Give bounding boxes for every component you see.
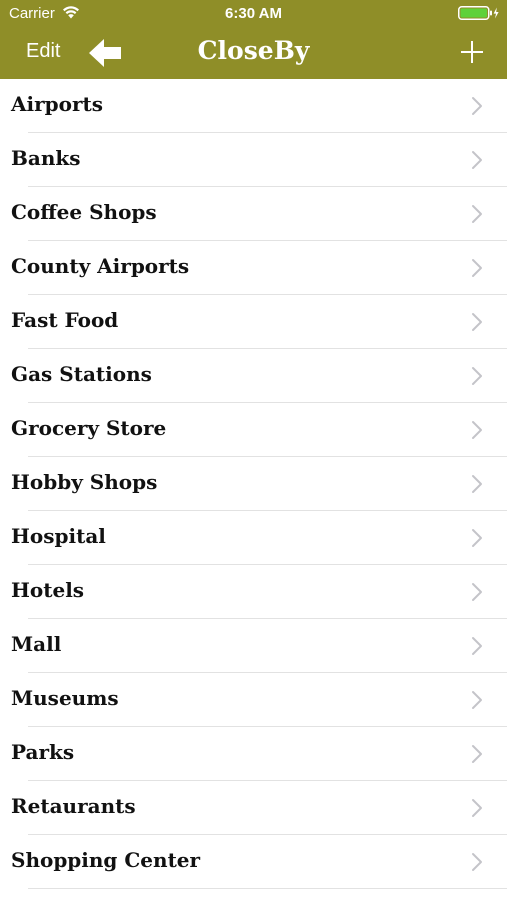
navigation-bar: Edit CloseBy [0, 28, 507, 79]
list-item[interactable]: Museums [0, 673, 507, 727]
list-item-label: Hospital [11, 524, 106, 548]
chevron-right-icon [472, 799, 482, 817]
chevron-right-icon [472, 151, 482, 169]
list-item-label: Banks [11, 146, 81, 170]
chevron-right-icon [472, 421, 482, 439]
list-item-label: Mall [11, 632, 62, 656]
chevron-right-icon [472, 475, 482, 493]
chevron-right-icon [472, 529, 482, 547]
list-item-label: Hotels [11, 578, 85, 602]
category-list: Airports Banks Coffee Shops County Airpo… [0, 79, 507, 889]
list-item[interactable]: Airports [0, 79, 507, 133]
list-item-label: Fast Food [11, 308, 119, 332]
list-item[interactable]: Hospital [0, 511, 507, 565]
list-item[interactable]: Banks [0, 133, 507, 187]
chevron-right-icon [472, 313, 482, 331]
list-item[interactable]: Parks [0, 727, 507, 781]
list-item-label: Airports [11, 92, 104, 116]
list-item[interactable]: Retaurants [0, 781, 507, 835]
status-time: 6:30 AM [225, 5, 282, 22]
list-item-label: Museums [11, 686, 119, 710]
list-item[interactable]: Gas Stations [0, 349, 507, 403]
list-item-label: Parks [11, 740, 75, 764]
chevron-right-icon [472, 259, 482, 277]
list-item-label: Hobby Shops [11, 470, 158, 494]
page-title: CloseBy [197, 36, 310, 65]
list-item-label: Grocery Store [11, 416, 167, 440]
list-item-label: Retaurants [11, 794, 136, 818]
list-item[interactable]: County Airports [0, 241, 507, 295]
list-item[interactable]: Hotels [0, 565, 507, 619]
list-item[interactable]: Shopping Center [0, 835, 507, 889]
list-item-label: County Airports [11, 254, 190, 278]
chevron-right-icon [472, 205, 482, 223]
edit-button[interactable]: Edit [26, 40, 60, 63]
list-item[interactable]: Coffee Shops [0, 187, 507, 241]
battery-icon [458, 6, 499, 20]
chevron-right-icon [472, 637, 482, 655]
chevron-right-icon [472, 745, 482, 763]
list-item[interactable]: Hobby Shops [0, 457, 507, 511]
chevron-right-icon [472, 97, 482, 115]
plus-icon[interactable] [460, 40, 484, 64]
chevron-right-icon [472, 691, 482, 709]
list-item-label: Shopping Center [11, 848, 201, 872]
status-bar: Carrier 6:30 AM [0, 0, 507, 28]
header: Carrier 6:30 AM Edit CloseBy [0, 0, 507, 79]
chevron-right-icon [472, 367, 482, 385]
list-item[interactable]: Grocery Store [0, 403, 507, 457]
list-item[interactable]: Fast Food [0, 295, 507, 349]
arrow-left-icon[interactable] [88, 38, 122, 68]
chevron-right-icon [472, 583, 482, 601]
list-item[interactable]: Mall [0, 619, 507, 673]
list-item-label: Gas Stations [11, 362, 152, 386]
list-item-label: Coffee Shops [11, 200, 157, 224]
chevron-right-icon [472, 853, 482, 871]
